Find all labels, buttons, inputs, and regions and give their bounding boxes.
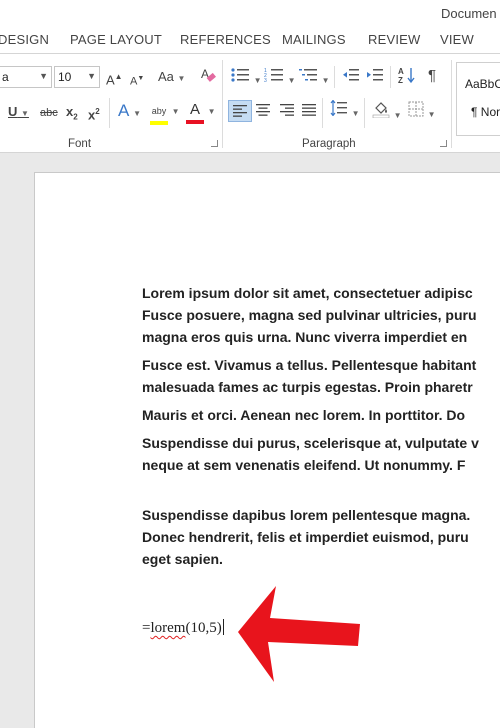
tab-design[interactable]: DESIGN <box>0 32 49 47</box>
align-left-icon <box>233 105 247 117</box>
shading-button[interactable]: ▼ <box>372 100 402 126</box>
ribbon-tabs: DESIGN PAGE LAYOUT REFERENCES MAILINGS R… <box>0 28 500 53</box>
styles-gallery[interactable]: AaBbC ¶ Nor <box>456 62 500 136</box>
style-normal-preview[interactable]: AaBbC <box>465 77 500 91</box>
superscript-button[interactable]: x2 <box>88 102 100 125</box>
divider <box>322 98 323 128</box>
increase-indent-icon <box>367 69 383 81</box>
text-effects-button[interactable]: A ▼ <box>118 101 141 124</box>
ribbon: a ▼ 10 ▼ A▲ A▼ Aa ▼ A U ▼ abc x2 x2 A ▼ … <box>0 53 500 153</box>
justify-button[interactable] <box>302 103 316 123</box>
tab-page-layout[interactable]: PAGE LAYOUT <box>70 32 162 47</box>
divider <box>364 98 365 128</box>
chevron-down-icon[interactable]: ▼ <box>39 71 48 81</box>
paragraph: Suspendisse dui purus, scelerisque at, v… <box>142 435 479 473</box>
highlight-icon: aby <box>150 101 168 125</box>
bullets-icon <box>231 68 249 82</box>
sort-icon: AZ <box>398 67 415 85</box>
underline-button[interactable]: U ▼ <box>8 102 29 124</box>
red-arrow-icon <box>238 586 360 682</box>
divider <box>222 60 223 148</box>
pilcrow-icon: ¶ <box>428 67 437 84</box>
divider <box>451 60 452 148</box>
window-title: Documen <box>441 6 497 21</box>
text-cursor <box>222 619 224 635</box>
shrink-font-button[interactable]: A▼ <box>130 69 144 92</box>
svg-text:Z: Z <box>398 76 403 84</box>
change-case-button[interactable]: Aa ▼ <box>158 67 185 89</box>
align-left-button[interactable] <box>228 100 252 122</box>
numbering-icon: 123 <box>264 68 283 84</box>
strikethrough-button[interactable]: abc <box>40 103 58 123</box>
subscript-button[interactable]: x2 <box>66 102 78 128</box>
formula-args: (10,5) <box>185 620 222 636</box>
tab-view[interactable]: VIEW <box>440 32 474 47</box>
multilevel-list-button[interactable]: ▼ <box>298 67 330 91</box>
divider <box>334 66 335 88</box>
eraser-icon: A <box>201 67 216 82</box>
sort-button[interactable]: AZ <box>398 66 416 90</box>
strikethrough-label: abc <box>40 107 58 119</box>
tab-references[interactable]: REFERENCES <box>180 32 271 47</box>
font-group-label: Font <box>68 138 92 150</box>
align-center-button[interactable] <box>256 103 270 123</box>
paragraph: Fusce est. Vivamus a tellus. Pellentesqu… <box>142 357 477 395</box>
clear-formatting-button[interactable]: A <box>200 66 216 90</box>
paragraph-group-label: Paragraph <box>302 138 356 150</box>
svg-text:3: 3 <box>264 78 267 83</box>
align-center-icon <box>256 104 270 116</box>
multilevel-list-icon <box>299 69 317 81</box>
svg-text:A: A <box>398 67 404 76</box>
underline-label: U <box>8 104 18 119</box>
font-color-button[interactable]: A ▼ <box>186 100 216 124</box>
font-size-value: 10 <box>58 70 72 84</box>
grow-font-button[interactable]: A▲ <box>106 67 123 90</box>
align-right-icon <box>280 104 294 116</box>
line-spacing-icon <box>330 99 347 117</box>
divider <box>390 66 391 88</box>
divider <box>109 98 110 128</box>
align-right-button[interactable] <box>280 103 294 123</box>
tab-review[interactable]: REVIEW <box>368 32 420 47</box>
paint-bucket-icon <box>372 102 390 119</box>
tab-mailings[interactable]: MAILINGS <box>282 32 346 47</box>
justify-icon <box>302 104 316 116</box>
formula-word: lorem <box>150 620 186 636</box>
borders-icon <box>408 101 424 117</box>
increase-indent-button[interactable] <box>366 67 384 89</box>
style-normal-label[interactable]: ¶ Nor <box>471 105 500 119</box>
decrease-indent-button[interactable] <box>342 67 360 89</box>
font-color-icon: A <box>186 100 204 124</box>
numbering-button[interactable]: 123 ▼ <box>264 67 296 91</box>
paragraph: Mauris et orci. Aenean nec lorem. In por… <box>142 407 466 423</box>
chevron-down-icon[interactable]: ▼ <box>87 71 96 81</box>
line-spacing-button[interactable]: ▼ <box>330 99 360 124</box>
borders-button[interactable]: ▼ <box>408 101 436 125</box>
grow-font-label: A <box>106 72 115 88</box>
text-effects-label: A <box>118 101 129 120</box>
font-name-value: a <box>2 70 9 84</box>
lorem-formula-text: =lorem(10,5) <box>142 619 224 637</box>
title-bar: Documen <box>0 0 500 28</box>
font-dialog-launcher-icon[interactable] <box>211 140 218 147</box>
change-case-label: Aa <box>158 69 174 84</box>
paragraph: Lorem ipsum dolor sit amet, consectetuer… <box>142 285 477 345</box>
show-formatting-button[interactable]: ¶ <box>428 66 436 86</box>
font-size-combo[interactable]: 10 ▼ <box>54 66 100 88</box>
highlight-button[interactable]: aby ▼ <box>150 100 180 125</box>
paragraph-dialog-launcher-icon[interactable] <box>440 140 447 147</box>
decrease-indent-icon <box>343 69 359 81</box>
bullets-button[interactable]: ▼ <box>230 67 262 91</box>
font-name-combo[interactable]: a ▼ <box>0 66 52 88</box>
paragraph: Suspendisse dapibus lorem pellentesque m… <box>142 507 471 567</box>
